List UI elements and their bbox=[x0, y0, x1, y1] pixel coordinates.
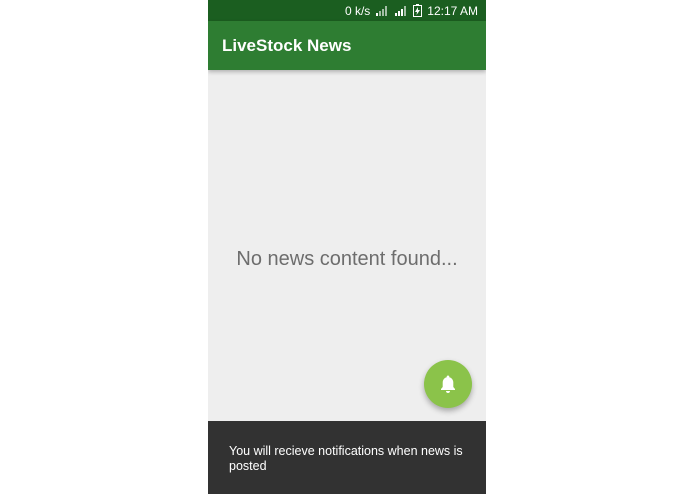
battery-charging-icon bbox=[413, 4, 423, 17]
status-bar: 0 k/s 12:17 AM bbox=[208, 0, 486, 21]
phone-screen: 0 k/s 12:17 AM LiveStock News No news co… bbox=[208, 0, 486, 494]
empty-state-message: No news content found... bbox=[236, 247, 458, 270]
snackbar-message: You will recieve notifications when news… bbox=[229, 444, 463, 473]
network-speed: 0 k/s bbox=[344, 3, 371, 18]
app-bar: LiveStock News bbox=[208, 21, 486, 70]
snackbar: You will recieve notifications when news… bbox=[208, 421, 486, 494]
signal-1-icon bbox=[375, 5, 389, 16]
app-title: LiveStock News bbox=[222, 35, 352, 55]
signal-2-icon bbox=[394, 5, 408, 16]
clock: 12:17 AM bbox=[427, 3, 478, 18]
notifications-fab-button[interactable] bbox=[424, 360, 472, 408]
bell-icon bbox=[439, 374, 457, 394]
